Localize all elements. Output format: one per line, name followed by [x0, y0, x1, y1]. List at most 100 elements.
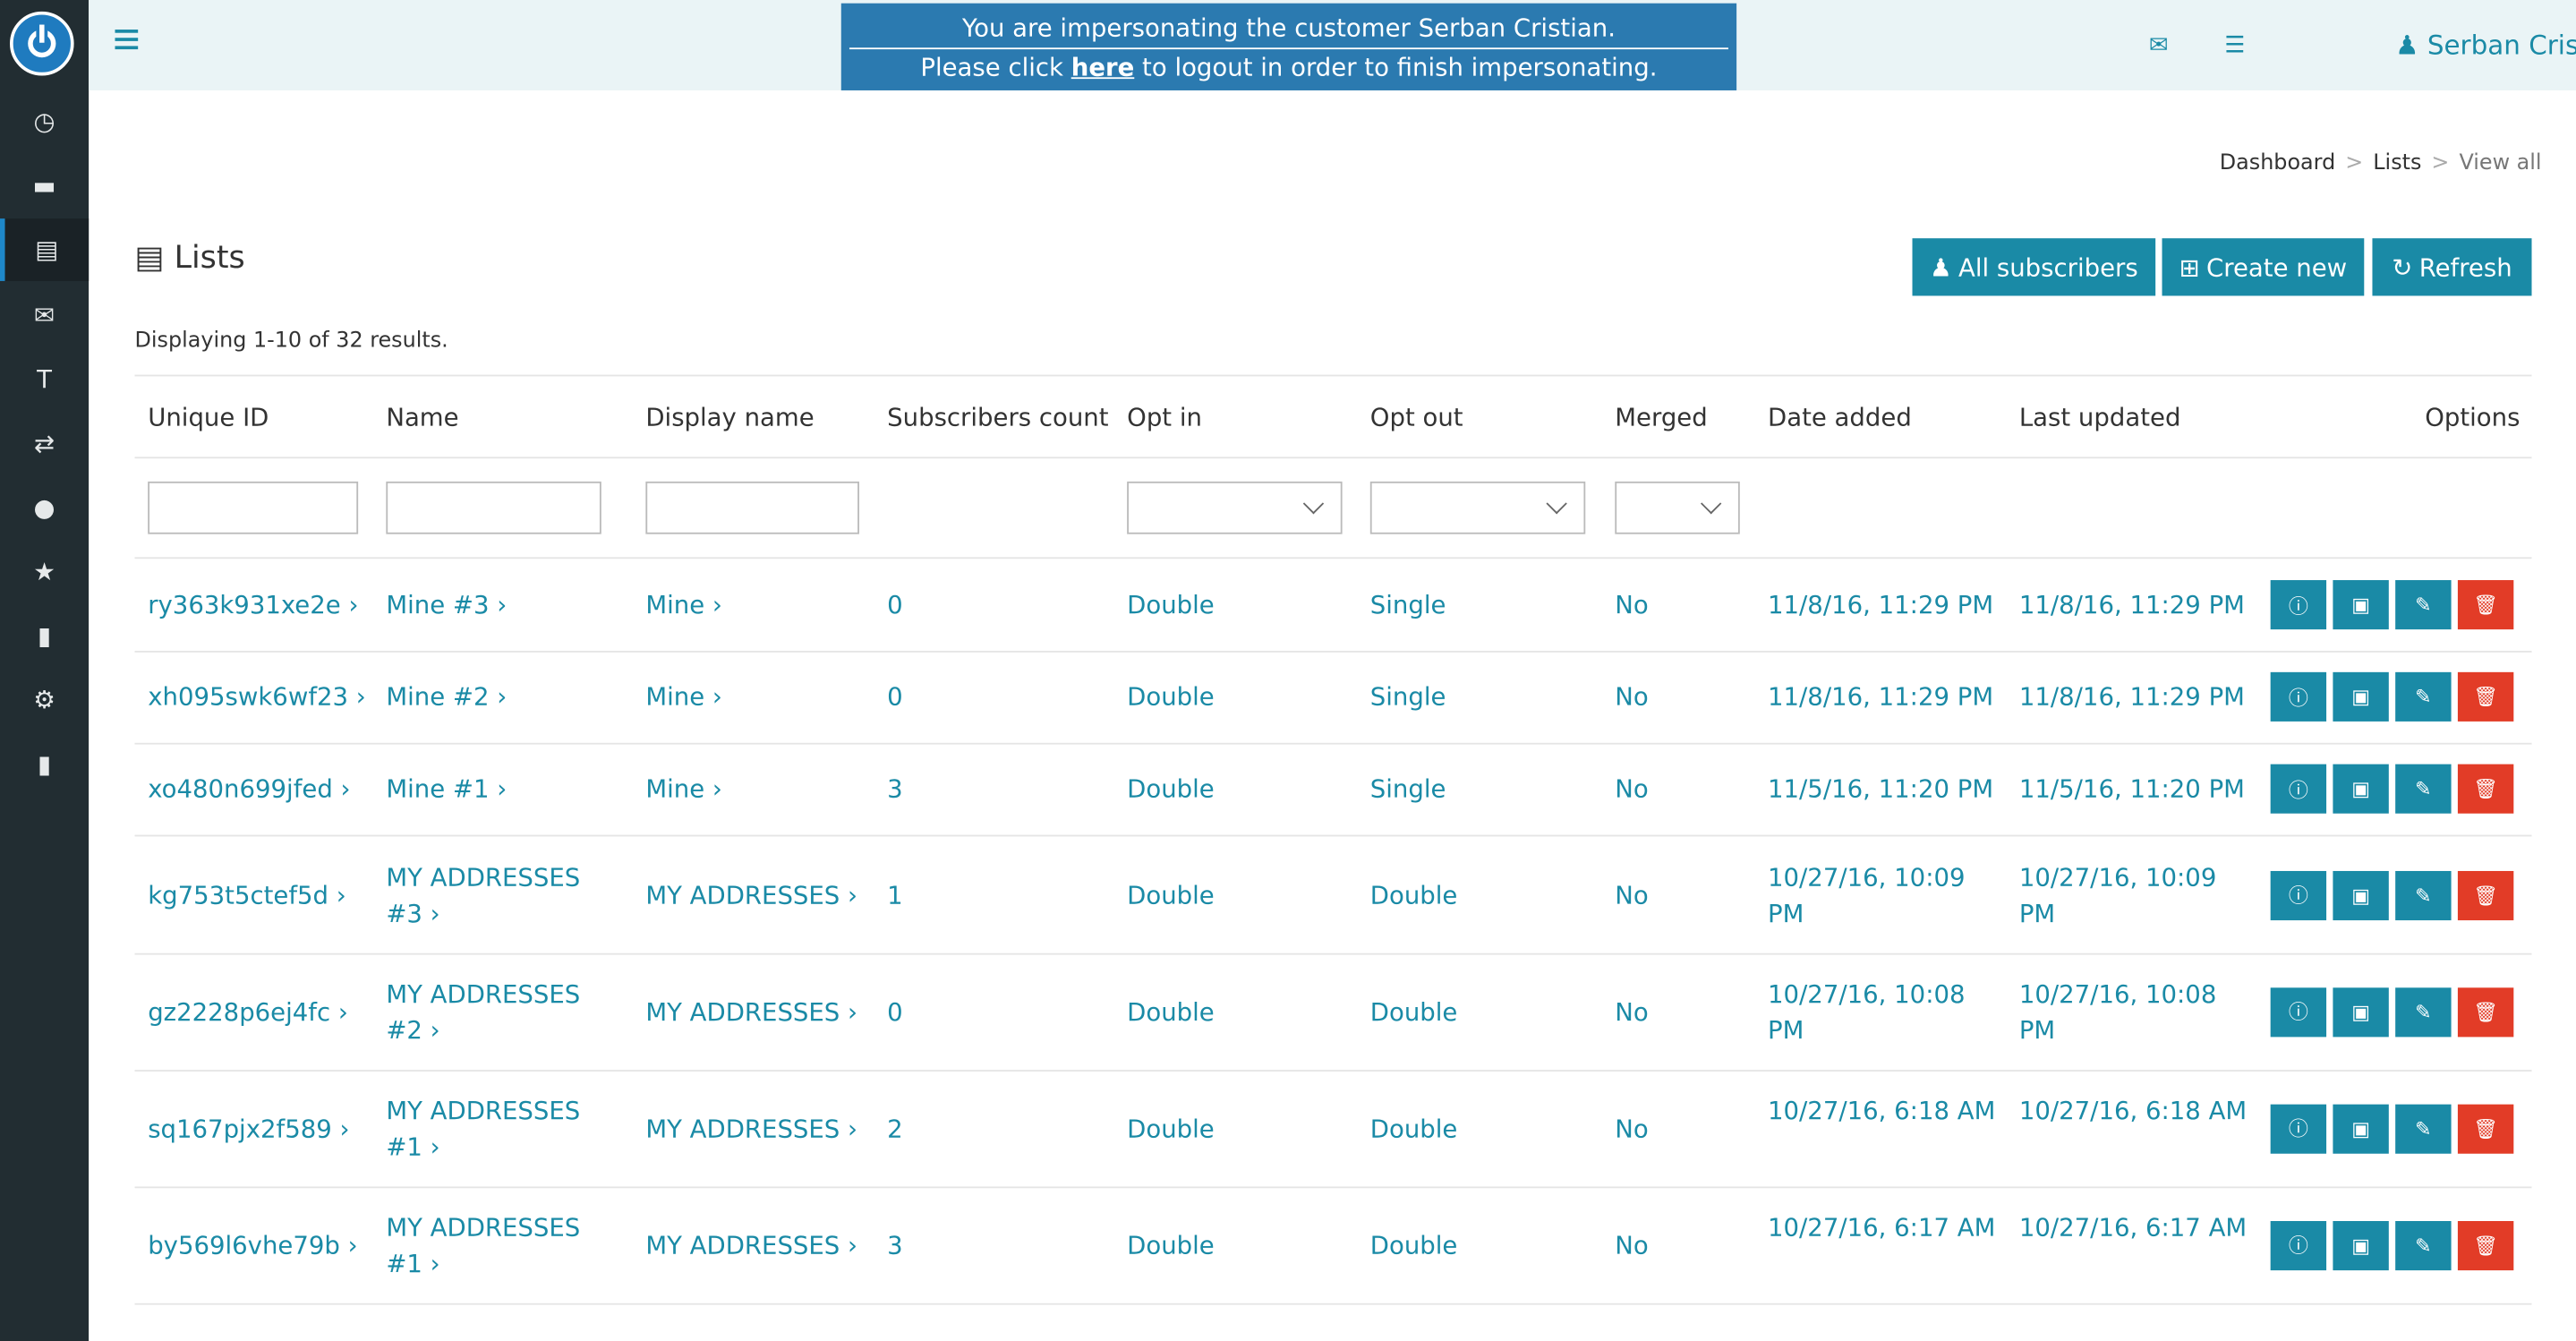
text-icon[interactable]: T [0, 348, 89, 411]
unique-id-link[interactable]: kg753t5ctef5d › [148, 876, 378, 912]
display-name-link[interactable]: MY ADDRESSES › [645, 876, 875, 912]
copy-button[interactable]: ▣ [2333, 1220, 2389, 1270]
card-icon[interactable]: ▬ [0, 155, 89, 218]
gear-icon[interactable]: ⚙ [0, 669, 89, 731]
display-name-link[interactable]: Mine › [645, 771, 875, 807]
info-button[interactable]: ⓘ [2270, 987, 2327, 1037]
col-opt-in[interactable]: Opt in [1127, 403, 1202, 432]
delete-button[interactable]: 🗑 [2457, 987, 2514, 1037]
user-menu[interactable]: ♟ Serban Cristian ▼ [2395, 30, 2576, 61]
unique-id-link[interactable]: ry363k931xe2e › [148, 586, 378, 622]
list-icon[interactable]: ▤ [0, 218, 90, 281]
server-icon[interactable]: ☰ [2224, 33, 2245, 59]
subscribers-count-link[interactable]: 3 [887, 1226, 1052, 1262]
name-link[interactable]: MY ADDRESSES #3 › [386, 858, 616, 931]
edit-button[interactable]: ✎ [2395, 870, 2452, 920]
unique-id-link[interactable]: xh095swk6wf23 › [148, 679, 378, 714]
filter-merged-select[interactable] [1615, 481, 1740, 534]
col-display-name[interactable]: Display name [645, 403, 814, 432]
dashboard-icon[interactable]: ◷ [0, 90, 89, 153]
logout-link[interactable]: here [1071, 53, 1135, 82]
unique-id-link[interactable]: gz2228p6ej4fc › [148, 994, 378, 1029]
info-button[interactable]: ⓘ [2270, 1220, 2327, 1270]
name-link[interactable]: MY ADDRESSES #1 › [386, 1209, 616, 1281]
info-button[interactable]: ⓘ [2270, 1103, 2327, 1153]
copy-button[interactable]: ▣ [2333, 987, 2389, 1037]
copy-icon: ▣ [2351, 1116, 2371, 1140]
edit-button[interactable]: ✎ [2395, 764, 2452, 814]
name-link[interactable]: Mine #1 › [386, 771, 616, 807]
edit-button[interactable]: ✎ [2395, 987, 2452, 1037]
star-icon[interactable]: ★ [0, 541, 89, 603]
unique-id-link[interactable]: sq167pjx2f589 › [148, 1110, 378, 1146]
edit-button[interactable]: ✎ [2395, 580, 2452, 630]
date-added-value: 11/5/16, 11:20 PM [1767, 773, 1994, 804]
col-opt-out[interactable]: Opt out [1370, 403, 1463, 432]
delete-icon: 🗑 [2473, 777, 2499, 801]
info-button[interactable]: ⓘ [2270, 764, 2327, 814]
copy-button[interactable]: ▣ [2333, 870, 2389, 920]
app-logo[interactable] [10, 11, 74, 76]
filter-name-input[interactable] [386, 481, 601, 534]
book-icon[interactable]: ▮ [0, 733, 89, 796]
col-date-added[interactable]: Date added [1768, 403, 1912, 432]
edit-button[interactable]: ✎ [2395, 671, 2452, 722]
edit-button[interactable]: ✎ [2395, 1103, 2452, 1153]
delete-button[interactable]: 🗑 [2457, 1220, 2514, 1270]
transfer-icon[interactable]: ⇄ [0, 413, 89, 475]
delete-button[interactable]: 🗑 [2457, 1103, 2514, 1153]
subscribers-count-link[interactable]: 0 [887, 679, 1052, 714]
divider [134, 1070, 2532, 1072]
breadcrumb-lists[interactable]: Lists [2373, 151, 2421, 176]
copy-button[interactable]: ▣ [2333, 671, 2389, 722]
divider [134, 557, 2532, 559]
subscribers-count-link[interactable]: 2 [887, 1110, 1052, 1146]
subscribers-count-link[interactable]: 1 [887, 876, 1052, 912]
hamburger-icon[interactable] [115, 30, 139, 50]
filter-opt-in-select[interactable] [1127, 481, 1343, 534]
book-icon[interactable]: ▮ [0, 605, 89, 668]
opt-in-value: Double [1127, 880, 1215, 910]
name-link[interactable]: Mine #3 › [386, 586, 616, 622]
mail-icon[interactable]: ✉ [2149, 33, 2169, 59]
subscribers-count-link[interactable]: 0 [887, 586, 1052, 622]
unique-id-link[interactable]: xo480n699jfed › [148, 771, 378, 807]
subscribers-count-link[interactable]: 3 [887, 771, 1052, 807]
all-subscribers-button[interactable]: ♟ All subscribers [1912, 238, 2156, 296]
col-last-updated[interactable]: Last updated [2019, 403, 2181, 432]
display-name-link[interactable]: Mine › [645, 679, 875, 714]
display-name-link[interactable]: Mine › [645, 586, 875, 622]
info-button[interactable]: ⓘ [2270, 671, 2327, 722]
filter-display-name-input[interactable] [645, 481, 859, 534]
refresh-button[interactable]: ↻ Refresh [2372, 238, 2532, 296]
display-name-link[interactable]: MY ADDRESSES › [645, 1226, 875, 1262]
col-merged[interactable]: Merged [1615, 403, 1707, 432]
create-new-button[interactable]: ⊞ Create new [2162, 238, 2365, 296]
subscribers-count-link[interactable]: 0 [887, 994, 1052, 1029]
filter-opt-out-select[interactable] [1369, 481, 1586, 534]
delete-button[interactable]: 🗑 [2457, 671, 2514, 722]
name-link[interactable]: MY ADDRESSES #1 › [386, 1092, 616, 1165]
col-subscribers-count[interactable]: Subscribers count [887, 403, 1108, 432]
name-link[interactable]: Mine #2 › [386, 679, 616, 714]
filter-unique-id-input[interactable] [148, 481, 359, 534]
edit-button[interactable]: ✎ [2395, 1220, 2452, 1270]
info-button[interactable]: ⓘ [2270, 580, 2327, 630]
col-name[interactable]: Name [386, 403, 458, 432]
delete-icon: 🗑 [2473, 1116, 2499, 1140]
copy-button[interactable]: ▣ [2333, 1103, 2389, 1153]
copy-button[interactable]: ▣ [2333, 764, 2389, 814]
col-unique-id[interactable]: Unique ID [148, 403, 269, 432]
display-name-link[interactable]: MY ADDRESSES › [645, 994, 875, 1029]
display-name-link[interactable]: MY ADDRESSES › [645, 1110, 875, 1146]
globe-icon[interactable]: ● [0, 476, 89, 539]
breadcrumb-dashboard[interactable]: Dashboard [2220, 151, 2335, 176]
delete-button[interactable]: 🗑 [2457, 870, 2514, 920]
name-link[interactable]: MY ADDRESSES #2 › [386, 976, 616, 1048]
unique-id-link[interactable]: by569l6vhe79b › [148, 1226, 378, 1262]
mail-icon[interactable]: ✉ [0, 285, 89, 347]
delete-button[interactable]: 🗑 [2457, 580, 2514, 630]
info-button[interactable]: ⓘ [2270, 870, 2327, 920]
copy-button[interactable]: ▣ [2333, 580, 2389, 630]
delete-button[interactable]: 🗑 [2457, 764, 2514, 814]
